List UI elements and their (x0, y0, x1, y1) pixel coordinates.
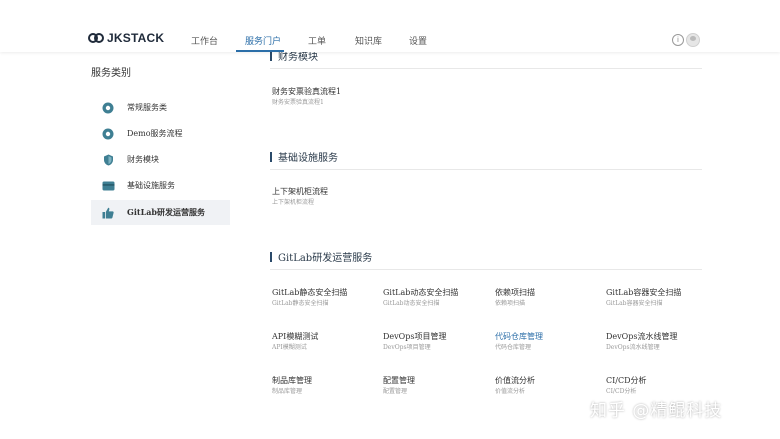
brand-logo[interactable]: JKSTACK (88, 31, 164, 45)
service-card-code-repo[interactable]: 代码仓库管理 代码仓库管理 (495, 332, 605, 352)
circle-badge-icon (101, 127, 115, 141)
service-card-title: GitLab容器安全扫描 (606, 288, 682, 297)
sidebar-item-gitlab-devops[interactable]: GitLab研发运营服务 (91, 200, 230, 225)
logo-mark-icon (88, 33, 104, 43)
service-card-title: CI/CD分析 (606, 376, 647, 385)
section-title-gitlab: GitLab研发运营服务 (270, 249, 372, 264)
service-card-title: DevOps流水线管理 (606, 332, 678, 341)
shield-icon (101, 153, 115, 167)
nav-item-knowledge-base[interactable]: 知识库 (355, 34, 382, 47)
service-card[interactable]: 依赖项扫描 依赖项扫描 (495, 288, 605, 308)
service-card-subtitle: 财务安票验真流程1 (272, 99, 324, 106)
section-marker (270, 251, 272, 262)
service-card-subtitle: GitLab动态安全扫描 (383, 300, 440, 307)
service-card[interactable]: DevOps项目管理 DevOps项目管理 (383, 332, 493, 352)
service-card[interactable]: CI/CD分析 CI/CD分析 (606, 376, 716, 396)
sidebar: 服务类别 常规服务类 Demo服务流程 财务模块 基础设施服务 GitLab研发… (88, 52, 233, 439)
sidebar-item-finance[interactable]: 财务模块 (91, 147, 230, 172)
service-card-subtitle: DevOps项目管理 (383, 344, 431, 351)
service-card-title: 财务安票验真流程1 (272, 87, 342, 96)
sidebar-item-general-services[interactable]: 常规服务类 (91, 95, 230, 120)
service-card-subtitle: 制品库管理 (272, 388, 303, 395)
service-card-subtitle: 价值流分析 (495, 388, 526, 395)
service-card[interactable]: GitLab容器安全扫描 GitLab容器安全扫描 (606, 288, 716, 308)
nav-item-service-portal[interactable]: 服务门户 (245, 34, 281, 47)
section-divider (270, 169, 702, 170)
service-card-title: GitLab动态安全扫描 (383, 288, 459, 297)
service-catalog: 财务模块 财务安票验真流程1 财务安票验真流程1 基础设施服务 上下架机柜流程 … (270, 50, 705, 439)
sidebar-item-label: 财务模块 (127, 155, 159, 164)
service-card[interactable]: 上下架机柜流程 上下架机柜流程 (272, 187, 382, 207)
service-card-subtitle: DevOps流水线管理 (606, 344, 660, 351)
service-card[interactable]: GitLab动态安全扫描 GitLab动态安全扫描 (383, 288, 493, 308)
section-divider (270, 269, 702, 270)
service-card-subtitle: GitLab容器安全扫描 (606, 300, 663, 307)
user-avatar[interactable] (686, 33, 700, 47)
service-card[interactable]: 配置管理 配置管理 (383, 376, 493, 396)
service-card[interactable]: 价值流分析 价值流分析 (495, 376, 605, 396)
service-card-subtitle: CI/CD分析 (606, 388, 637, 395)
service-card-title: 上下架机柜流程 (272, 187, 328, 196)
service-card-title: GitLab静态安全扫描 (272, 288, 348, 297)
service-card-title: 价值流分析 (495, 376, 535, 385)
service-card-title: API模糊测试 (272, 332, 319, 341)
sidebar-item-demo-flow[interactable]: Demo服务流程 (91, 121, 230, 146)
section-title-text: 基础设施服务 (278, 153, 338, 164)
service-card-subtitle: 依赖项扫描 (495, 300, 526, 307)
nav-item-settings[interactable]: 设置 (409, 34, 427, 47)
service-card[interactable]: 财务安票验真流程1 财务安票验真流程1 (272, 87, 382, 107)
top-navigation-bar: JKSTACK 工作台 服务门户 工单 知识库 设置 i (0, 0, 780, 52)
section-title-infrastructure: 基础设施服务 (270, 149, 338, 164)
service-card-subtitle: GitLab静态安全扫描 (272, 300, 329, 307)
sidebar-item-label: GitLab研发运营服务 (127, 207, 205, 217)
service-card-title: 代码仓库管理 (495, 332, 543, 341)
section-marker (270, 151, 272, 162)
service-card-subtitle: API模糊测试 (272, 344, 307, 351)
section-divider (270, 68, 702, 69)
nav-item-tickets[interactable]: 工单 (308, 34, 326, 47)
sidebar-title: 服务类别 (91, 68, 131, 79)
active-nav-indicator (236, 50, 284, 52)
service-card-title: 制品库管理 (272, 376, 312, 385)
service-card-title: 配置管理 (383, 376, 415, 385)
nav-item-workbench[interactable]: 工作台 (191, 34, 218, 47)
sidebar-item-label: 常规服务类 (127, 103, 167, 112)
service-card-title: DevOps项目管理 (383, 332, 447, 341)
sidebar-item-infrastructure[interactable]: 基础设施服务 (91, 173, 230, 198)
circle-badge-icon (101, 101, 115, 115)
service-card-subtitle: 上下架机柜流程 (272, 199, 315, 206)
info-icon[interactable]: i (672, 34, 684, 46)
card-icon (101, 179, 115, 193)
service-card-title: 依赖项扫描 (495, 288, 535, 297)
service-card-subtitle: 代码仓库管理 (495, 344, 532, 351)
sidebar-item-label: Demo服务流程 (127, 129, 183, 138)
service-card[interactable]: 制品库管理 制品库管理 (272, 376, 382, 396)
service-card-subtitle: 配置管理 (383, 388, 408, 395)
section-marker (270, 50, 272, 61)
sidebar-item-label: 基础设施服务 (127, 181, 175, 190)
thumbs-up-icon (101, 206, 115, 220)
service-card[interactable]: API模糊测试 API模糊测试 (272, 332, 382, 352)
service-card[interactable]: GitLab静态安全扫描 GitLab静态安全扫描 (272, 288, 382, 308)
service-card[interactable]: DevOps流水线管理 DevOps流水线管理 (606, 332, 716, 352)
watermark: 知乎 @精鲲科技 (590, 401, 723, 421)
section-title-text: GitLab研发运营服务 (278, 253, 373, 264)
brand-name: JKSTACK (107, 31, 165, 45)
